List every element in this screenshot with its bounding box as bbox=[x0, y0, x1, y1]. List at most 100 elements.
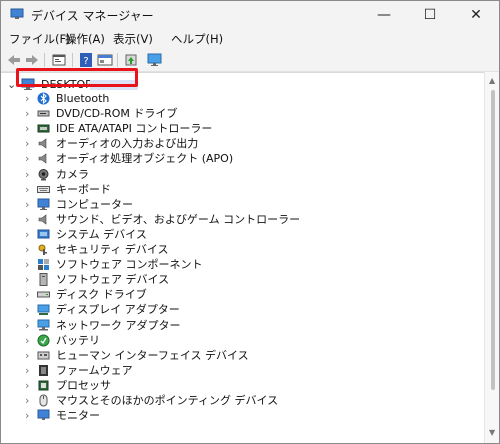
tree-item[interactable]: › システム デバイス bbox=[1, 227, 484, 242]
chevron-down-icon[interactable]: ⌄ bbox=[7, 77, 16, 92]
tree-item-label: Bluetooth bbox=[56, 92, 110, 105]
scroll-down-icon[interactable]: ▼ bbox=[489, 428, 495, 437]
chevron-right-icon[interactable]: › bbox=[25, 197, 35, 212]
chevron-right-icon[interactable]: › bbox=[25, 333, 35, 348]
tree-item[interactable]: › IDE ATA/ATAPI コントローラー bbox=[1, 121, 484, 136]
tree-item[interactable]: › マウスとそのほかのポインティング デバイス bbox=[1, 393, 484, 408]
speaker-icon bbox=[38, 214, 47, 225]
scan-hardware-icon[interactable] bbox=[147, 52, 163, 68]
chevron-right-icon[interactable]: › bbox=[25, 378, 35, 393]
tree-item-label: モニター bbox=[56, 409, 100, 423]
tree-item-label: ディスプレイ アダプター bbox=[56, 303, 180, 317]
tree-item[interactable]: › オーディオ処理オブジェクト (APO) bbox=[1, 151, 484, 166]
device-manager-icon bbox=[10, 8, 24, 19]
device-tree: ⌄ DESKTOP- › Bluetooth › DVD/CD-ROM ドライブ › ID… bbox=[1, 72, 484, 443]
tree-item[interactable]: › ヒューマン インターフェイス デバイス bbox=[1, 348, 484, 363]
chevron-right-icon[interactable]: › bbox=[25, 151, 35, 166]
chevron-right-icon[interactable]: › bbox=[25, 257, 35, 272]
system-device-icon bbox=[37, 229, 50, 239]
tree-item[interactable]: › ソフトウェア コンポーネント bbox=[1, 257, 484, 272]
tree-item[interactable]: › DVD/CD-ROM ドライブ bbox=[1, 106, 484, 121]
speaker-icon bbox=[38, 138, 47, 149]
properties-icon[interactable] bbox=[51, 52, 67, 68]
tree-item[interactable]: › ファームウェア bbox=[1, 363, 484, 378]
chevron-right-icon[interactable]: › bbox=[25, 408, 35, 423]
back-arrow-icon[interactable] bbox=[6, 52, 22, 68]
window-title: デバイス マネージャー bbox=[31, 9, 154, 23]
device-manager-window: デバイス マネージャー — ☐ ✕ ファイル(F) 操作(A) 表示(V) ヘル… bbox=[0, 0, 500, 444]
disk-drive-icon bbox=[37, 291, 50, 298]
chevron-right-icon[interactable]: › bbox=[25, 318, 35, 333]
chevron-right-icon[interactable]: › bbox=[25, 348, 35, 363]
chevron-right-icon[interactable]: › bbox=[25, 106, 35, 121]
tree-item[interactable]: › Bluetooth bbox=[1, 91, 484, 106]
software-component-icon bbox=[38, 259, 49, 271]
vertical-scrollbar[interactable]: ▲ ▼ bbox=[484, 72, 499, 443]
chevron-right-icon[interactable]: › bbox=[25, 363, 35, 378]
chevron-right-icon[interactable]: › bbox=[25, 272, 35, 287]
security-key-icon bbox=[38, 244, 47, 255]
maximize-button[interactable]: ☐ bbox=[407, 1, 453, 29]
monitor-icon bbox=[37, 409, 50, 421]
view-icon[interactable] bbox=[97, 52, 113, 68]
tree-item-label: ヒューマン インターフェイス デバイス bbox=[56, 348, 249, 362]
minimize-icon: — bbox=[377, 7, 391, 23]
display-adapter-icon bbox=[37, 304, 50, 316]
help-icon[interactable]: ? bbox=[78, 52, 94, 68]
tree-item-label: ディスク ドライブ bbox=[56, 288, 147, 302]
tree-item[interactable]: › モニター bbox=[1, 408, 484, 423]
tree-item[interactable]: › バッテリ bbox=[1, 333, 484, 348]
tree-item-label: マウスとそのほかのポインティング デバイス bbox=[56, 394, 279, 407]
tree-item[interactable]: › セキュリティ デバイス bbox=[1, 242, 484, 257]
tree-item-label: コンピューター bbox=[56, 197, 133, 211]
tree-item[interactable]: › キーボード bbox=[1, 182, 484, 197]
highlight-frame bbox=[16, 68, 138, 87]
scrollbar-thumb[interactable] bbox=[491, 90, 495, 390]
computer-icon bbox=[37, 198, 50, 210]
chevron-right-icon[interactable]: › bbox=[25, 287, 35, 302]
chevron-right-icon[interactable]: › bbox=[25, 136, 35, 151]
tree-item[interactable]: › オーディオの入力および出力 bbox=[1, 136, 484, 151]
menu-action[interactable]: 操作(A) bbox=[65, 31, 105, 47]
tree-item[interactable]: › ディスプレイ アダプター bbox=[1, 302, 484, 317]
chevron-right-icon[interactable]: › bbox=[25, 393, 35, 408]
forward-arrow-icon[interactable] bbox=[24, 52, 40, 68]
tree-item[interactable]: › ネットワーク アダプター bbox=[1, 318, 484, 333]
firmware-icon bbox=[39, 364, 48, 376]
tree-item[interactable]: › ソフトウェア デバイス bbox=[1, 272, 484, 287]
chevron-right-icon[interactable]: › bbox=[25, 182, 35, 197]
tree-item-label: ネットワーク アダプター bbox=[56, 318, 181, 332]
menu-bar: ファイル(F) 操作(A) 表示(V) ヘルプ(H) bbox=[1, 29, 499, 49]
chevron-right-icon[interactable]: › bbox=[25, 167, 35, 182]
toolbar-separator bbox=[44, 53, 45, 67]
menu-view[interactable]: 表示(V) bbox=[113, 31, 153, 47]
tree-item[interactable]: › コンピューター bbox=[1, 197, 484, 212]
close-button[interactable]: ✕ bbox=[453, 1, 499, 29]
processor-icon bbox=[38, 380, 49, 391]
svg-text:?: ? bbox=[83, 56, 88, 67]
chevron-right-icon[interactable]: › bbox=[25, 91, 35, 106]
chevron-right-icon[interactable]: › bbox=[25, 121, 35, 136]
ide-controller-icon bbox=[37, 124, 50, 133]
software-device-icon bbox=[39, 273, 48, 287]
tree-item[interactable]: › カメラ bbox=[1, 167, 484, 182]
scroll-up-icon[interactable]: ▲ bbox=[489, 76, 495, 85]
chevron-right-icon[interactable]: › bbox=[25, 227, 35, 242]
chevron-right-icon[interactable]: › bbox=[25, 302, 35, 317]
tree-item-label: ソフトウェア コンポーネント bbox=[56, 258, 203, 272]
tree-item-label: オーディオの入力および出力 bbox=[56, 137, 199, 151]
tree-item-label: サウンド、ビデオ、およびゲーム コントローラー bbox=[56, 212, 301, 226]
menu-file[interactable]: ファイル(F) bbox=[9, 31, 71, 47]
minimize-button[interactable]: — bbox=[361, 1, 407, 29]
tree-item[interactable]: › サウンド、ビデオ、およびゲーム コントローラー bbox=[1, 212, 484, 227]
mouse-icon bbox=[39, 394, 48, 407]
chevron-right-icon[interactable]: › bbox=[25, 212, 35, 227]
menu-help[interactable]: ヘルプ(H) bbox=[171, 31, 223, 47]
update-driver-icon[interactable] bbox=[123, 52, 139, 68]
network-adapter-icon bbox=[37, 319, 50, 330]
speaker-icon bbox=[38, 153, 47, 164]
chevron-right-icon[interactable]: › bbox=[25, 242, 35, 257]
tree-item[interactable]: › ディスク ドライブ bbox=[1, 287, 484, 302]
tree-item[interactable]: › プロセッサ bbox=[1, 378, 484, 393]
keyboard-icon bbox=[37, 185, 50, 193]
